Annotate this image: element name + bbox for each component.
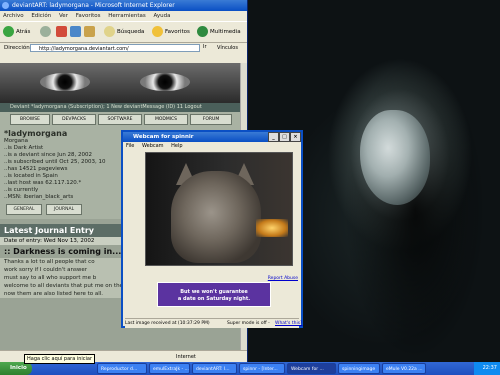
address-bar: Dirección http://ladymorgana.deviantart.… [0, 43, 247, 53]
favorites-button[interactable]: Favoritos [152, 26, 190, 37]
tab-devpacks[interactable]: DEVPACKS [52, 114, 96, 125]
browser-menubar: Archivo Edición Ver Favoritos Herramient… [0, 11, 247, 21]
refresh-icon [70, 26, 81, 37]
menu-favorites[interactable]: Favoritos [76, 13, 101, 19]
task-button[interactable]: eMule V0.22a ... [382, 363, 426, 374]
task-button[interactable]: emulExtraJk - ... [149, 363, 190, 374]
menu-help[interactable]: Ayuda [154, 13, 171, 19]
webcam-menubar: File Webcam Help [123, 142, 301, 150]
last-image-text: Last image received at (10:37:29 PM) [125, 321, 210, 326]
journal-button[interactable]: JOURNAL [46, 204, 82, 215]
task-button[interactable]: spinningimage [338, 363, 380, 374]
webcam-menu-webcam[interactable]: Webcam [142, 143, 164, 149]
maximize-button[interactable]: □ [279, 132, 290, 142]
banner-eye-left [40, 73, 90, 91]
stop-button[interactable] [56, 26, 67, 37]
ad-banner[interactable]: But we won't guarantee a date on Saturda… [157, 282, 271, 307]
close-button[interactable]: × [290, 132, 301, 142]
back-button[interactable]: Atrás [3, 26, 30, 37]
star-icon [152, 26, 163, 37]
clock[interactable]: 22:37 [483, 365, 497, 371]
whats-this-link[interactable]: What's this? [275, 319, 302, 328]
tab-browse[interactable]: BROWSE [10, 114, 50, 125]
site-tabs: BROWSE DEVPACKS SOFTWARE MODMICS FORUM [0, 112, 240, 126]
stop-icon [56, 26, 67, 37]
menu-view[interactable]: Ver [59, 13, 68, 19]
tab-modmics[interactable]: MODMICS [144, 114, 188, 125]
start-tooltip: Haga clic aquí para iniciar [24, 354, 96, 364]
address-label: Dirección [4, 45, 30, 51]
task-button[interactable]: deviantART: l... [192, 363, 237, 374]
menu-edit[interactable]: Edición [31, 13, 51, 19]
search-icon [104, 26, 115, 37]
webcam-title: Webcam for spinnir [133, 134, 194, 140]
profile-banner [0, 63, 240, 103]
refresh-button[interactable] [70, 26, 81, 37]
tab-software[interactable]: SOFTWARE [98, 114, 142, 125]
webcam-menu-file[interactable]: File [126, 143, 134, 149]
forward-button[interactable] [40, 26, 51, 37]
minimize-button[interactable]: _ [268, 132, 279, 142]
links-button[interactable]: Vínculos [217, 45, 238, 51]
go-button[interactable]: Ir [203, 44, 207, 50]
menu-file[interactable]: Archivo [3, 13, 24, 19]
menu-tools[interactable]: Herramientas [108, 13, 145, 19]
webcam-window: Webcam for spinnir _ □ × File Webcam Hel… [121, 130, 303, 328]
ie-icon [2, 2, 9, 9]
webcam-statusbar: Last image received at (10:37:29 PM) Sup… [125, 318, 302, 328]
forward-arrow-icon [40, 26, 51, 37]
lamp-glow [256, 219, 288, 237]
media-icon [197, 26, 208, 37]
zone-indicator: Internet [176, 354, 196, 360]
ad-line: But we won't guarantee [180, 289, 248, 295]
multimedia-button[interactable]: Multimedia [197, 26, 241, 37]
browser-titlebar[interactable]: deviantART: ladymorgana - Microsoft Inte… [0, 0, 247, 11]
cat-photo [171, 171, 261, 263]
home-button[interactable] [84, 26, 95, 37]
task-button[interactable]: spinnr - [Inter... [239, 363, 285, 374]
address-input[interactable]: http://ladymorgana.deviantart.com/ [30, 44, 200, 52]
wallpaper-face [360, 110, 430, 205]
wallpaper-hair [305, 60, 500, 360]
general-button[interactable]: GENERAL [6, 204, 42, 215]
back-arrow-icon [3, 26, 14, 37]
deviant-nav-line[interactable]: Deviant *ladymorgana (Subscription); 1 N… [0, 103, 240, 112]
webcam-image [145, 152, 293, 266]
banner-eye-right [140, 73, 190, 91]
task-button[interactable]: Reproductor d... [97, 363, 147, 374]
report-abuse-link[interactable]: Report Abuse [268, 276, 298, 281]
webcam-titlebar[interactable]: Webcam for spinnir _ □ × [123, 132, 301, 142]
ad-line: a date on Saturday night. [177, 296, 251, 302]
task-button[interactable]: Webcam for ... [287, 363, 336, 374]
browser-toolbar: Atrás Búsqueda Favoritos Multimedia [0, 21, 247, 43]
tab-forum[interactable]: FORUM [190, 114, 232, 125]
system-tray: 22:37 [474, 362, 500, 375]
super-mode-text: Super mode is off - [227, 321, 270, 326]
webcam-menu-help[interactable]: Help [171, 143, 182, 149]
browser-title: deviantART: ladymorgana - Microsoft Inte… [12, 2, 175, 9]
home-icon [84, 26, 95, 37]
search-button[interactable]: Búsqueda [104, 26, 144, 37]
